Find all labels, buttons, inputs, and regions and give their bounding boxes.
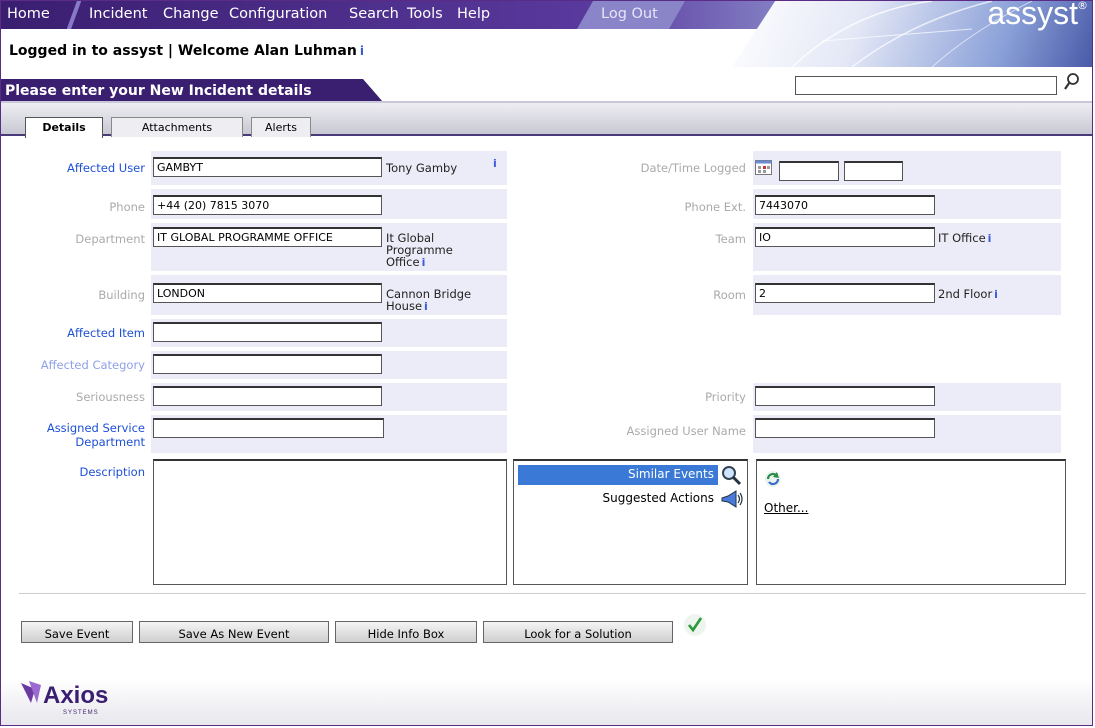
building-input[interactable]: [153, 283, 382, 303]
refresh-icon[interactable]: [763, 469, 783, 489]
assigned-service-department-label: Assigned Service Department: [47, 421, 145, 449]
assigned-service-department-input[interactable]: [153, 418, 384, 438]
description-textarea[interactable]: [153, 459, 507, 585]
solution-panel: Other...: [756, 459, 1066, 585]
team-display: IT Office i: [938, 232, 991, 245]
page-title-banner: Please enter your New Incident details: [1, 79, 383, 102]
user-info-icon[interactable]: i: [360, 44, 364, 58]
priority-input[interactable]: [755, 386, 935, 406]
building-label: Building: [98, 288, 145, 302]
info-box: Similar Events Suggested Actions: [513, 459, 748, 585]
nav-home[interactable]: Home: [7, 6, 50, 22]
team-info-icon[interactable]: i: [988, 232, 992, 245]
phone-ext-label: Phone Ext.: [684, 200, 746, 214]
phone-label: Phone: [109, 200, 145, 214]
tab-bar: Details Attachments Alerts: [1, 103, 1092, 138]
building-display-line2: House: [386, 299, 423, 313]
form-divider: [19, 593, 1086, 594]
description-label: Description: [79, 465, 146, 479]
priority-label: Priority: [705, 390, 746, 404]
team-input[interactable]: [755, 227, 935, 247]
department-input[interactable]: [153, 227, 382, 247]
time-logged-input[interactable]: [844, 161, 903, 181]
nav-configuration[interactable]: Configuration: [229, 6, 327, 22]
magnifier-icon[interactable]: [720, 464, 742, 486]
room-info-icon[interactable]: i: [994, 288, 998, 301]
room-display: 2nd Floor i: [938, 288, 998, 301]
department-display: It Global Programme Office i: [386, 232, 453, 269]
affected-item-input[interactable]: [153, 322, 382, 342]
look-for-solution-button[interactable]: Look for a Solution: [483, 621, 673, 643]
phone-input[interactable]: [153, 195, 382, 215]
registered-mark: ®: [1077, 0, 1088, 12]
phone-ext-input[interactable]: [755, 195, 935, 215]
calendar-icon[interactable]: [755, 159, 773, 175]
suggested-actions-item[interactable]: Suggested Actions: [518, 489, 718, 509]
save-as-new-event-button[interactable]: Save As New Event: [139, 621, 329, 643]
assigned-service-label-line1: Assigned Service: [46, 421, 145, 435]
nav-help[interactable]: Help: [457, 6, 490, 22]
nav-change[interactable]: Change: [163, 6, 219, 22]
nav-search[interactable]: Search: [349, 6, 399, 22]
nav-logout[interactable]: Log Out: [601, 6, 658, 22]
nav-tools[interactable]: Tools: [407, 6, 443, 22]
department-label: Department: [75, 232, 145, 246]
department-info-icon[interactable]: i: [422, 256, 426, 269]
assigned-user-name-input[interactable]: [755, 418, 935, 438]
brand-panel: assyst ®: [732, 1, 1092, 67]
seriousness-input[interactable]: [153, 386, 382, 406]
room-input[interactable]: [755, 283, 935, 303]
building-display: Cannon Bridge House i: [386, 288, 471, 313]
building-info-icon[interactable]: i: [424, 300, 428, 313]
global-search-input[interactable]: [795, 76, 1057, 95]
affected-category-label: Affected Category: [40, 358, 145, 372]
assigned-service-label-line2: Department: [75, 435, 145, 449]
welcome-message: Logged in to assyst | Welcome Alan Luhma…: [9, 43, 364, 59]
app-window: Home Incident Change Configuration Searc…: [0, 0, 1093, 726]
affected-category-input[interactable]: [153, 354, 382, 374]
search-icon[interactable]: [1063, 71, 1081, 93]
axios-logo-text: Axios: [43, 682, 108, 709]
team-label: Team: [715, 232, 746, 246]
room-display-text: 2nd Floor: [938, 287, 993, 301]
megaphone-icon[interactable]: [720, 489, 744, 511]
affected-user-input[interactable]: [153, 157, 382, 177]
save-event-button[interactable]: Save Event: [21, 621, 133, 643]
team-display-text: IT Office: [938, 231, 986, 245]
tab-details[interactable]: Details: [25, 117, 103, 138]
page-title: Please enter your New Incident details: [5, 83, 312, 99]
similar-events-item[interactable]: Similar Events: [518, 465, 718, 485]
affected-user-info-icon[interactable]: i: [493, 157, 497, 170]
checkmark-icon: [684, 614, 706, 636]
assyst-logo: assyst: [987, 0, 1078, 31]
other-link[interactable]: Other...: [764, 501, 808, 515]
axios-logo-subtext: SYSTEMS: [63, 710, 99, 716]
tab-attachments[interactable]: Attachments: [111, 117, 243, 137]
affected-user-display: Tony Gamby: [386, 161, 458, 175]
seriousness-label: Seriousness: [76, 390, 145, 404]
axios-logo: Axios SYSTEMS: [21, 681, 108, 716]
nav-separator: [67, 1, 81, 29]
date-logged-input[interactable]: [779, 161, 839, 181]
footer: Axios SYSTEMS: [1, 663, 1092, 725]
assigned-user-name-label: Assigned User Name: [626, 424, 746, 438]
affected-user-label: Affected User: [67, 161, 145, 175]
hide-info-box-button[interactable]: Hide Info Box: [335, 621, 477, 643]
room-label: Room: [713, 288, 746, 302]
date-time-logged-label: Date/Time Logged: [640, 161, 746, 175]
nav-incident[interactable]: Incident: [89, 6, 147, 22]
tab-alerts[interactable]: Alerts: [251, 117, 311, 137]
affected-item-label: Affected Item: [67, 326, 145, 340]
department-display-line3: Office: [386, 255, 420, 269]
welcome-text: Logged in to assyst | Welcome Alan Luhma…: [9, 43, 357, 59]
